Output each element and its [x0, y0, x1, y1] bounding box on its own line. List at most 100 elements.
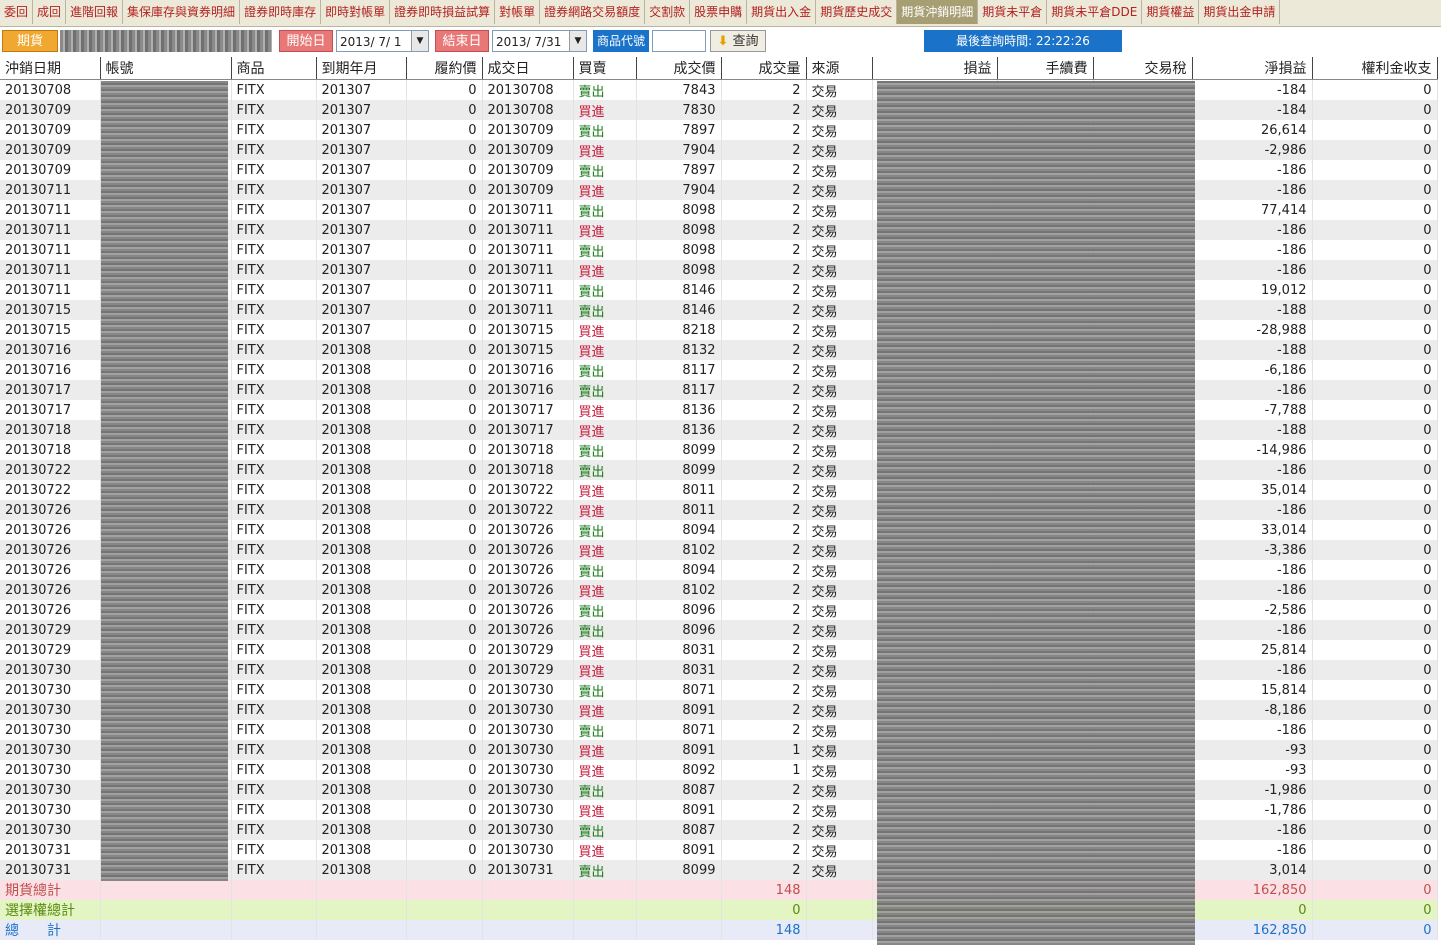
trade-date-cell: 20130711 [482, 200, 574, 220]
side-cell: 買進 [573, 840, 637, 860]
source-cell: 交易 [806, 100, 873, 120]
offset-date-cell: 20130731 [0, 840, 101, 860]
summary-net-pnl: 162,850 [1192, 920, 1313, 940]
expiry-cell: 201308 [316, 840, 407, 860]
strike-cell: 0 [406, 560, 483, 580]
offset-date-cell: 20130711 [0, 260, 101, 280]
price-cell: 8117 [636, 360, 722, 380]
market-type-button[interactable]: 期貨 [2, 30, 58, 52]
net-pnl-cell: -186 [1192, 380, 1313, 400]
product-cell: FITX [231, 860, 317, 880]
summary-empty-cell [231, 920, 317, 940]
price-cell: 8099 [636, 440, 722, 460]
expiry-cell: 201308 [316, 400, 407, 420]
column-header[interactable]: 商品 [231, 57, 317, 80]
source-cell: 交易 [806, 440, 873, 460]
tab-7[interactable]: 對帳單 [495, 0, 541, 24]
premium-cell: 0 [1312, 400, 1438, 420]
tab-12[interactable]: 期貨歷史成交 [816, 0, 898, 24]
column-header[interactable]: 手續費 [997, 57, 1094, 80]
side-cell: 買進 [573, 500, 637, 520]
quantity-cell: 2 [721, 79, 807, 100]
net-pnl-cell: -186 [1192, 720, 1313, 740]
summary-empty-cell [636, 880, 722, 900]
quantity-cell: 2 [721, 260, 807, 280]
quantity-cell: 2 [721, 280, 807, 300]
quantity-cell: 2 [721, 300, 807, 320]
column-header[interactable]: 權利金收支 [1312, 57, 1438, 80]
product-cell: FITX [231, 240, 317, 260]
source-cell: 交易 [806, 640, 873, 660]
expiry-cell: 201307 [316, 300, 407, 320]
offset-date-cell: 20130722 [0, 460, 101, 480]
column-header[interactable]: 帳號 [100, 57, 232, 80]
column-header[interactable]: 到期年月 [316, 57, 407, 80]
end-date-picker[interactable]: 2013/ 7/31 ▼ [492, 30, 587, 52]
tab-1[interactable]: 成回 [33, 0, 67, 24]
column-header[interactable]: 沖銷日期 [0, 57, 101, 80]
expiry-cell: 201308 [316, 340, 407, 360]
quantity-cell: 2 [721, 540, 807, 560]
side-cell: 賣出 [573, 560, 637, 580]
query-button[interactable]: ⬇ 查詢 [710, 30, 766, 52]
column-header[interactable]: 交易稅 [1093, 57, 1193, 80]
tab-15[interactable]: 期貨未平倉DDE [1047, 0, 1143, 24]
tab-11[interactable]: 期貨出入金 [747, 0, 817, 24]
column-header[interactable]: 買賣 [573, 57, 637, 80]
side-cell: 買進 [573, 400, 637, 420]
start-date-picker[interactable]: 2013/ 7/ 1 ▼ [336, 30, 429, 52]
offset-date-cell: 20130726 [0, 540, 101, 560]
column-header[interactable]: 履約價 [406, 57, 483, 80]
tab-0[interactable]: 委回 [0, 0, 34, 24]
column-header[interactable]: 成交日 [482, 57, 574, 80]
net-pnl-cell: -7,788 [1192, 400, 1313, 420]
tab-4[interactable]: 證券即時庫存 [240, 0, 322, 24]
quantity-cell: 2 [721, 520, 807, 540]
tab-16[interactable]: 期貨權益 [1142, 0, 1200, 24]
offset-detail-table-container: 沖銷日期 帳號 商品 到期年月 履約價 成交日 買賣 成交價 成交量 來源 損益 手續費 交易稅 淨損益權… [0, 57, 1441, 945]
summary-empty-cell [100, 920, 232, 940]
chevron-down-icon[interactable]: ▼ [569, 31, 586, 51]
tab-6[interactable]: 證券即時損益試算 [390, 0, 496, 24]
side-cell: 買進 [573, 740, 637, 760]
tab-5[interactable]: 即時對帳單 [321, 0, 391, 24]
expiry-cell: 201307 [316, 140, 407, 160]
strike-cell: 0 [406, 820, 483, 840]
account-select[interactable] [60, 30, 272, 52]
price-cell: 8218 [636, 320, 722, 340]
expiry-cell: 201308 [316, 620, 407, 640]
tab-3[interactable]: 集保庫存與資券明細 [123, 0, 241, 24]
tab-10[interactable]: 股票申購 [690, 0, 748, 24]
quantity-cell: 2 [721, 640, 807, 660]
quantity-cell: 2 [721, 860, 807, 880]
column-header[interactable]: 損益 [872, 57, 998, 80]
column-header[interactable]: 成交價 [636, 57, 722, 80]
product-code-input[interactable] [652, 30, 706, 52]
source-cell: 交易 [806, 300, 873, 320]
chevron-down-icon[interactable]: ▼ [411, 31, 428, 51]
net-pnl-cell: 25,814 [1192, 640, 1313, 660]
tab-2[interactable]: 進階回報 [66, 0, 124, 24]
tab-9[interactable]: 交割款 [645, 0, 691, 24]
source-cell: 交易 [806, 680, 873, 700]
tab-13[interactable]: 期貨沖銷明細 [897, 0, 979, 24]
net-pnl-cell: -188 [1192, 420, 1313, 440]
offset-date-cell: 20130730 [0, 680, 101, 700]
premium-cell: 0 [1312, 460, 1438, 480]
product-cell: FITX [231, 680, 317, 700]
expiry-cell: 201307 [316, 280, 407, 300]
tab-8[interactable]: 證券網路交易額度 [540, 0, 646, 24]
column-header[interactable]: 淨損益 [1192, 57, 1313, 80]
trade-date-cell: 20130726 [482, 600, 574, 620]
down-arrow-icon: ⬇ [717, 34, 729, 49]
premium-cell: 0 [1312, 680, 1438, 700]
quantity-cell: 2 [721, 120, 807, 140]
column-header[interactable]: 成交量 [721, 57, 807, 80]
tab-17[interactable]: 期貨出金申請 [1199, 0, 1281, 24]
premium-cell: 0 [1312, 420, 1438, 440]
column-header[interactable]: 來源 [806, 57, 873, 80]
expiry-cell: 201308 [316, 580, 407, 600]
offset-date-cell: 20130711 [0, 240, 101, 260]
tab-14[interactable]: 期貨未平倉 [978, 0, 1048, 24]
source-cell: 交易 [806, 160, 873, 180]
